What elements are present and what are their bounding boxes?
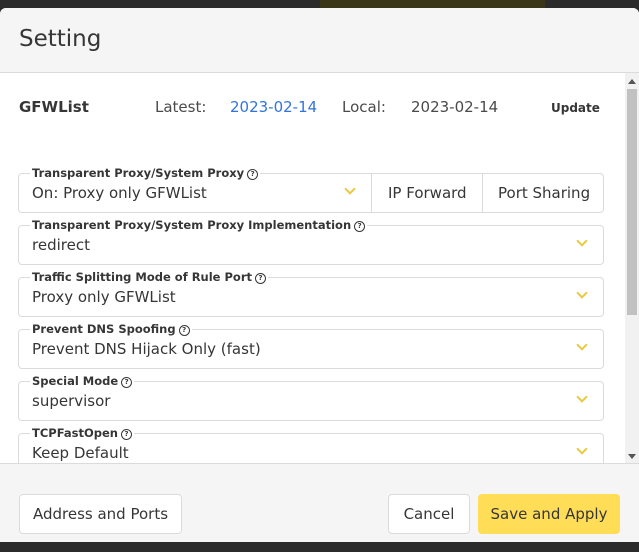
help-icon[interactable]: ? [354, 221, 366, 232]
port-sharing-button[interactable]: Port Sharing [498, 184, 590, 202]
help-icon[interactable]: ? [247, 169, 259, 180]
ip-forward-button[interactable]: IP Forward [388, 184, 467, 202]
local-version: 2023-02-14 [411, 98, 499, 116]
backdrop-bottom [0, 542, 639, 552]
backdrop-highlight [320, 0, 545, 8]
gfwlist-label: GFWList [19, 98, 89, 116]
scrollbar-thumb[interactable] [627, 89, 637, 315]
setting-dialog: Setting GFWList Latest: 2023-02-14 Local… [0, 8, 639, 542]
chevron-down-icon [576, 391, 588, 403]
field-label: Transparent Proxy/System Proxy Implement… [30, 218, 368, 232]
dialog-header: Setting [0, 8, 639, 73]
select-value: On: Proxy only GFWList [32, 184, 207, 202]
field-label: Prevent DNS Spoofing? [30, 322, 192, 336]
divider [371, 174, 372, 212]
cancel-button[interactable]: Cancel [388, 494, 470, 534]
dialog-body[interactable]: GFWList Latest: 2023-02-14 Local: 2023-0… [0, 73, 625, 463]
field-label: TCPFastOpen? [30, 426, 134, 440]
latest-label: Latest: [155, 98, 207, 116]
dialog-title: Setting [19, 26, 102, 52]
field-label: Transparent Proxy/System Proxy? [30, 166, 261, 180]
help-icon[interactable]: ? [178, 325, 190, 336]
gfwlist-row: GFWList Latest: 2023-02-14 Local: 2023-0… [19, 96, 600, 120]
help-icon[interactable]: ? [121, 429, 132, 440]
save-and-apply-button[interactable]: Save and Apply [478, 494, 620, 534]
select-value: Prevent DNS Hijack Only (fast) [32, 340, 261, 358]
vertical-scrollbar[interactable] [625, 73, 639, 463]
select-value: Keep Default [32, 444, 129, 462]
address-and-ports-button[interactable]: Address and Ports [19, 494, 182, 534]
select-value: Proxy only GFWList [32, 288, 176, 306]
help-icon[interactable]: ? [121, 377, 133, 388]
chevron-down-icon [576, 235, 588, 247]
chevron-down-icon [344, 183, 356, 195]
scroll-down-icon[interactable] [628, 454, 636, 459]
scroll-up-icon[interactable] [628, 79, 636, 84]
chevron-down-icon [576, 287, 588, 299]
field-label: Traffic Splitting Mode of Rule Port? [30, 270, 268, 284]
local-label: Local: [342, 98, 386, 116]
help-icon[interactable]: ? [255, 273, 266, 284]
latest-version-link[interactable]: 2023-02-14 [230, 98, 317, 116]
select-value: supervisor [32, 392, 111, 410]
divider [482, 174, 483, 212]
dialog-footer: Address and Ports Cancel Save and Apply [0, 463, 639, 542]
chevron-down-icon [576, 339, 588, 351]
chevron-down-icon [576, 443, 588, 455]
field-label: Special Mode? [30, 374, 135, 388]
update-button[interactable]: Update [543, 97, 608, 119]
select-value: redirect [32, 236, 90, 254]
